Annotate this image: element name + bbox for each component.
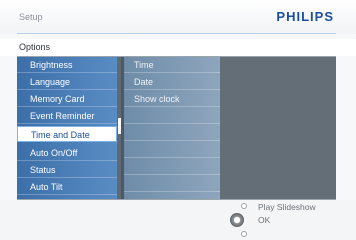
menu-item-time-and-date[interactable]: Time and Date — [17, 126, 117, 142]
menu-item-event-reminder[interactable]: Event Reminder — [17, 108, 117, 124]
submenu-empty-row — [124, 108, 220, 124]
preview-panel — [220, 57, 336, 199]
submenu-item-show-clock[interactable]: Show clock — [124, 91, 220, 107]
menu-item-language[interactable]: Language — [17, 74, 117, 90]
submenu-empty-row — [124, 176, 220, 192]
nav-down-dot-icon — [241, 231, 247, 237]
photo-frame-screen: Setup PHILIPS Options Brightness Languag… — [0, 0, 356, 240]
submenu-empty-row — [124, 125, 220, 141]
ok-hint: OK — [258, 215, 271, 225]
section-title-bar: Options — [0, 39, 356, 56]
submenu-empty-row — [124, 159, 220, 175]
menu-item-auto-on-off[interactable]: Auto On/Off — [17, 145, 117, 161]
main-menu: Brightness Language Memory Card Event Re… — [17, 57, 117, 199]
menu-item-brightness[interactable]: Brightness — [17, 57, 117, 73]
menu-item-memory-card[interactable]: Memory Card — [17, 91, 117, 107]
menu-item-status[interactable]: Status — [17, 162, 117, 178]
submenu-item-time[interactable]: Time — [124, 57, 220, 73]
play-slideshow-hint: Play Slideshow — [258, 202, 316, 212]
footer-bar: Play Slideshow OK — [0, 200, 356, 240]
header-divider — [17, 33, 336, 34]
section-title: Options — [19, 42, 51, 52]
submenu-empty-row — [124, 142, 220, 158]
menu-item-auto-tilt[interactable]: Auto Tilt — [17, 179, 117, 195]
nav-up-dot-icon — [241, 203, 247, 209]
ok-button-icon[interactable] — [230, 213, 244, 227]
breadcrumb: Setup — [19, 12, 43, 22]
header-bar: Setup PHILIPS — [0, 0, 356, 34]
submenu: Time Date Show clock — [121, 57, 220, 199]
submenu-item-date[interactable]: Date — [124, 74, 220, 90]
brand-logo: PHILIPS — [276, 9, 334, 24]
